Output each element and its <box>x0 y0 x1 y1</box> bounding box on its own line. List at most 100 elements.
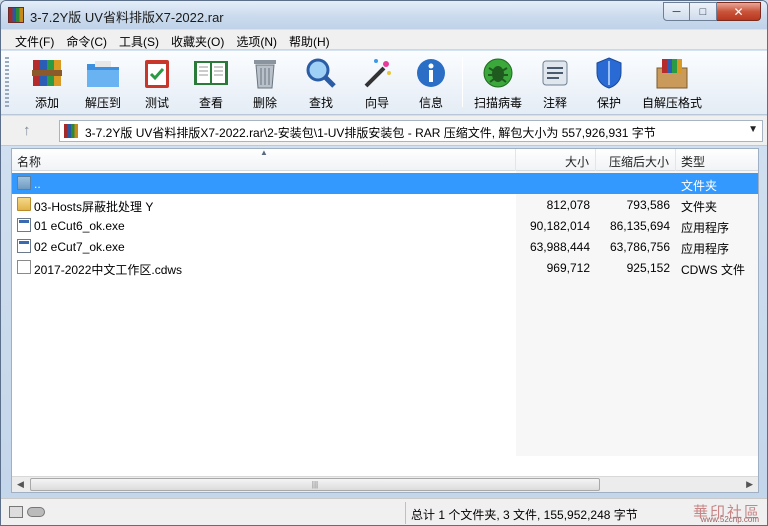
file-name: 03-Hosts屏蔽批处理 Y <box>34 200 154 214</box>
column-header-type[interactable]: 类型 <box>676 149 758 171</box>
parent-folder-icon <box>17 176 31 190</box>
list-item[interactable]: 03-Hosts屏蔽批处理 Y 812,078 793,586 文件夹 <box>12 194 758 215</box>
list-item[interactable]: 01 eCut6_ok.exe 90,182,014 86,135,694 应用… <box>12 215 758 236</box>
title-bar[interactable]: 3-7.2Y版 UV省料排版X7-2022.rar ─ □ ✕ <box>1 1 767 29</box>
file-type: 文件夹 <box>681 179 718 193</box>
window-title: 3-7.2Y版 UV省料排版X7-2022.rar <box>30 10 224 25</box>
view-label: 查看 <box>198 96 223 110</box>
file-size: 969,712 <box>546 261 590 275</box>
file-type: CDWS 文件 <box>681 263 745 277</box>
up-one-level-icon[interactable]: ↑ <box>23 122 31 139</box>
path-dropdown-icon[interactable]: ▼ <box>748 124 758 135</box>
key-icon[interactable] <box>27 507 45 517</box>
menu-favorites[interactable]: 收藏夹(O) <box>165 30 230 49</box>
path-text: 3-7.2Y版 UV省料排版X7-2022.rar\2-安装包\1-UV排版安装… <box>85 126 656 140</box>
add-label: 添加 <box>34 96 59 110</box>
menu-bar: 文件(F) 命令(C) 工具(S) 收藏夹(O) 选项(N) 帮助(H) <box>1 30 767 50</box>
test-button[interactable]: 测试 <box>137 55 177 113</box>
file-type: 文件夹 <box>681 200 718 214</box>
file-type: 应用程序 <box>681 242 730 256</box>
delete-label: 删除 <box>252 96 277 110</box>
find-label: 查找 <box>308 96 333 110</box>
file-list[interactable]: 名称 ▲ 大小 压缩后大小 类型 .. 文件夹 03-Hosts屏蔽批处理 Y … <box>11 148 759 493</box>
add-button[interactable]: 添加 <box>27 55 67 113</box>
find-button[interactable]: 查找 <box>301 55 341 113</box>
protect-button[interactable]: 保护 <box>589 55 629 113</box>
info-icon <box>412 55 450 91</box>
comment-label: 注释 <box>542 96 567 110</box>
sort-ascending-icon: ▲ <box>260 148 268 157</box>
scan-virus-label: 扫描病毒 <box>473 96 522 110</box>
info-label: 信息 <box>418 96 443 110</box>
column-header-size[interactable]: 大小 <box>516 149 596 171</box>
horizontal-scrollbar[interactable]: ◀ ||| ▶ <box>12 476 758 492</box>
menu-file[interactable]: 文件(F) <box>9 30 60 49</box>
extract-folder-icon <box>84 55 122 91</box>
winrar-app-icon[interactable] <box>8 7 24 23</box>
column-header-packed[interactable]: 压缩后大小 <box>596 149 676 171</box>
file-name: 02 eCut7_ok.exe <box>34 240 125 254</box>
menu-commands[interactable]: 命令(C) <box>60 30 113 49</box>
toolbar: 添加 解压到 测试 查看 删除 查找 向导 信息 扫描病毒 注释 保护 自解压格… <box>1 51 767 115</box>
maximize-button[interactable]: □ <box>690 2 717 21</box>
test-clipboard-icon <box>138 55 176 91</box>
document-icon <box>17 260 31 274</box>
exe-icon <box>17 239 31 253</box>
magnifier-icon <box>302 55 340 91</box>
status-separator <box>405 502 406 524</box>
wizard-wand-icon <box>358 55 396 91</box>
window-controls: ─ □ ✕ <box>663 2 761 21</box>
menu-options[interactable]: 选项(N) <box>230 30 283 49</box>
scrollbar-thumb[interactable]: ||| <box>30 478 600 491</box>
delete-button[interactable]: 删除 <box>245 55 285 113</box>
scan-virus-button[interactable]: 扫描病毒 <box>471 55 525 113</box>
status-summary: 总计 1 个文件夹, 3 文件, 155,952,248 字节 <box>411 508 638 522</box>
column-name-label: 名称 <box>17 155 42 169</box>
add-archive-icon <box>28 55 66 91</box>
minimize-button[interactable]: ─ <box>663 2 690 21</box>
exe-icon <box>17 218 31 232</box>
view-button[interactable]: 查看 <box>189 55 233 113</box>
drive-icon[interactable] <box>9 506 23 518</box>
file-name: 2017-2022中文工作区.cdws <box>34 263 183 277</box>
column-headers: 名称 ▲ 大小 压缩后大小 类型 <box>12 148 758 171</box>
scroll-left-icon[interactable]: ◀ <box>17 479 24 490</box>
file-packed-size: 925,152 <box>626 261 670 275</box>
file-packed-size: 63,786,756 <box>609 240 670 254</box>
menu-tools[interactable]: 工具(S) <box>113 30 165 49</box>
wizard-button[interactable]: 向导 <box>357 55 397 113</box>
sfx-label: 自解压格式 <box>641 96 702 110</box>
extract-to-label: 解压到 <box>84 96 121 110</box>
file-packed-size: 793,586 <box>626 198 670 212</box>
list-item[interactable]: 2017-2022中文工作区.cdws 969,712 925,152 CDWS… <box>12 257 758 278</box>
toolbar-grip[interactable] <box>5 57 9 109</box>
wizard-label: 向导 <box>364 96 389 110</box>
watermark-url: www.52cnp.com <box>700 515 759 524</box>
file-packed-size: 86,135,694 <box>609 219 670 233</box>
file-name: 01 eCut6_ok.exe <box>34 219 125 233</box>
file-type: 应用程序 <box>681 221 730 235</box>
folder-icon <box>17 197 31 211</box>
toolbar-separator <box>462 57 463 107</box>
protect-label: 保护 <box>596 96 621 110</box>
extract-to-button[interactable]: 解压到 <box>81 55 125 113</box>
winrar-window: 3-7.2Y版 UV省料排版X7-2022.rar ─ □ ✕ 文件(F) 命令… <box>0 0 768 526</box>
status-bar: 总计 1 个文件夹, 3 文件, 155,952,248 字节 華印社區 www… <box>1 498 767 525</box>
status-icons <box>9 506 45 518</box>
list-item[interactable]: 02 eCut7_ok.exe 63,988,444 63,786,756 应用… <box>12 236 758 257</box>
trash-icon <box>246 55 284 91</box>
view-book-icon <box>192 55 230 91</box>
file-size: 812,078 <box>546 198 590 212</box>
comment-button[interactable]: 注释 <box>535 55 575 113</box>
info-button[interactable]: 信息 <box>411 55 451 113</box>
menu-help[interactable]: 帮助(H) <box>283 30 336 49</box>
column-header-name[interactable]: 名称 ▲ <box>12 148 516 171</box>
shield-icon <box>590 55 628 91</box>
sfx-button[interactable]: 自解压格式 <box>639 55 705 113</box>
file-size: 90,182,014 <box>529 219 590 233</box>
list-item[interactable]: .. 文件夹 <box>12 173 758 194</box>
close-button[interactable]: ✕ <box>717 2 761 21</box>
path-combobox[interactable]: 3-7.2Y版 UV省料排版X7-2022.rar\2-安装包\1-UV排版安装… <box>59 120 763 142</box>
scroll-right-icon[interactable]: ▶ <box>746 479 753 490</box>
comment-icon <box>536 55 574 91</box>
